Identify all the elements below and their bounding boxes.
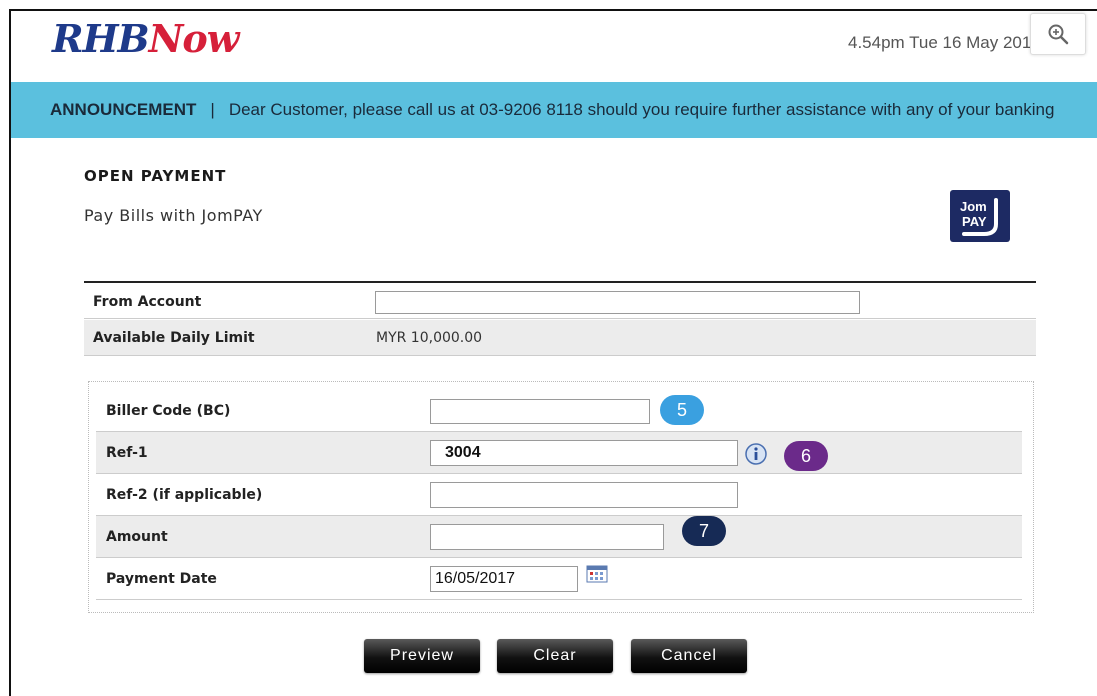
from-account-select[interactable]	[375, 291, 860, 314]
ref1-input[interactable]: 3004	[430, 440, 738, 466]
datetime-display: 4.54pm Tue 16 May 2017	[848, 33, 1038, 52]
from-account-label: From Account	[93, 294, 202, 310]
biller-code-label: Biller Code (BC)	[106, 403, 231, 419]
calendar-icon[interactable]	[586, 565, 608, 583]
cancel-button[interactable]: Cancel	[631, 639, 747, 673]
amount-input[interactable]	[430, 524, 664, 550]
step-5-badge: 5	[660, 395, 704, 425]
announcement-bar: ANNOUNCEMENT | Dear Customer, please cal…	[11, 82, 1097, 138]
clear-button[interactable]: Clear	[497, 639, 613, 673]
rhb-now-logo[interactable]: RHBNow	[52, 16, 240, 61]
ref1-label: Ref-1	[106, 445, 148, 461]
zoom-button[interactable]	[1030, 13, 1086, 55]
daily-limit-value: MYR 10,000.00	[376, 330, 483, 346]
step-6-badge: 6	[784, 441, 828, 471]
page-subtitle: Pay Bills with JomPAY	[84, 206, 263, 225]
announcement-separator: |	[210, 100, 215, 119]
daily-limit-row: Available Daily Limit MYR 10,000.00	[84, 320, 1036, 356]
jompay-logo: Jom PAY	[950, 190, 1010, 242]
jompay-logo-jom: Jom	[960, 199, 987, 214]
ref1-row: Ref-1 3004 6	[96, 432, 1022, 474]
amount-row: Amount 7	[96, 516, 1022, 558]
from-account-row: From Account	[84, 285, 1036, 319]
payment-date-row: Payment Date 16/05/2017	[96, 558, 1022, 600]
info-icon[interactable]	[744, 442, 768, 466]
page-title: OPEN PAYMENT	[84, 167, 227, 185]
ref2-input[interactable]	[430, 482, 738, 508]
step-7-badge: 7	[682, 516, 726, 546]
preview-button[interactable]: Preview	[364, 639, 480, 673]
announcement-text: Dear Customer, please call us at 03-9206…	[228, 100, 1055, 119]
ref2-label: Ref-2 (if applicable)	[106, 487, 263, 503]
ref2-row: Ref-2 (if applicable)	[96, 474, 1022, 516]
zoom-in-icon	[1048, 24, 1069, 45]
jompay-logo-pay: PAY	[962, 214, 987, 229]
payment-date-input[interactable]: 16/05/2017	[430, 566, 578, 592]
amount-label: Amount	[106, 529, 168, 545]
payment-date-label: Payment Date	[106, 571, 217, 587]
biller-code-row: Biller Code (BC) 5	[96, 390, 1022, 432]
section-divider	[84, 281, 1036, 283]
announcement-title: ANNOUNCEMENT	[50, 100, 197, 119]
logo-now-text: Now	[148, 16, 240, 61]
logo-rhb-text: RHB	[52, 16, 150, 61]
jompay-icon: Jom PAY	[960, 198, 998, 236]
biller-code-input[interactable]	[430, 399, 650, 424]
daily-limit-label: Available Daily Limit	[93, 330, 255, 346]
